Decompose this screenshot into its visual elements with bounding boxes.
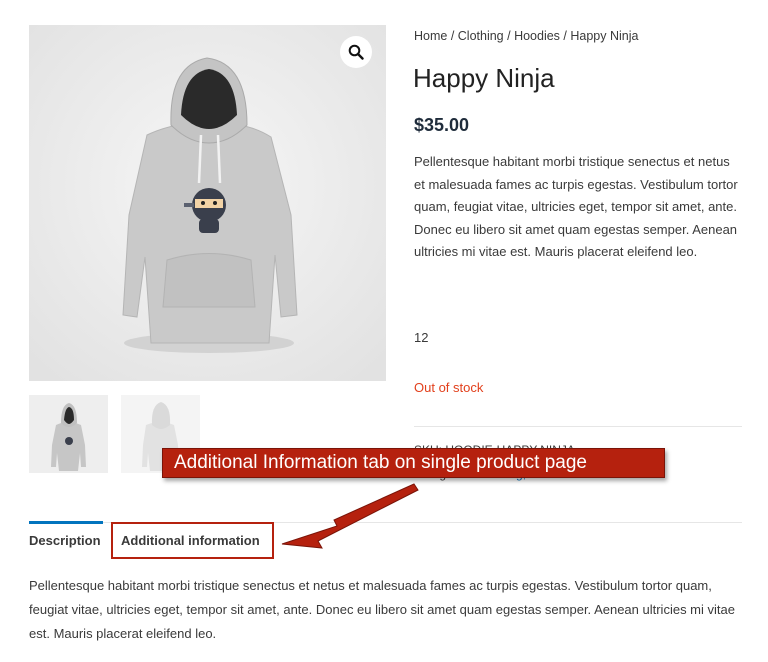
product-quantity: 12 [414,330,429,345]
stock-status: Out of stock [414,380,484,395]
annotation-callout: Additional Information tab on single pro… [162,448,665,478]
product-short-description: Pellentesque habitant morbi tristique se… [414,154,738,259]
breadcrumb-current: Happy Ninja [570,29,639,43]
meta-divider [414,426,742,427]
hoodie-front-thumbnail-image [51,403,86,471]
product-price: $35.00 [414,115,470,135]
zoom-button[interactable] [340,36,372,68]
thumbnail-front[interactable] [29,395,108,473]
breadcrumb-clothing[interactable]: Clothing [458,29,504,43]
breadcrumb-hoodies[interactable]: Hoodies [514,29,560,43]
breadcrumb-separator: / [559,29,571,43]
tab-description[interactable]: Description [29,533,101,548]
annotation-highlight-box [111,522,274,559]
breadcrumb-separator: / [503,29,515,43]
hoodie-image [29,25,386,381]
breadcrumb: Home / Clothing / Hoodies / Happy Ninja [414,29,638,43]
product-main-image[interactable] [29,25,386,381]
breadcrumb-home[interactable]: Home [414,29,447,43]
active-tab-indicator [29,521,103,524]
search-icon [348,44,364,60]
product-title: Happy Ninja [413,63,555,93]
description-panel-text: Pellentesque habitant morbi tristique se… [29,578,735,641]
breadcrumb-separator: / [447,29,458,43]
